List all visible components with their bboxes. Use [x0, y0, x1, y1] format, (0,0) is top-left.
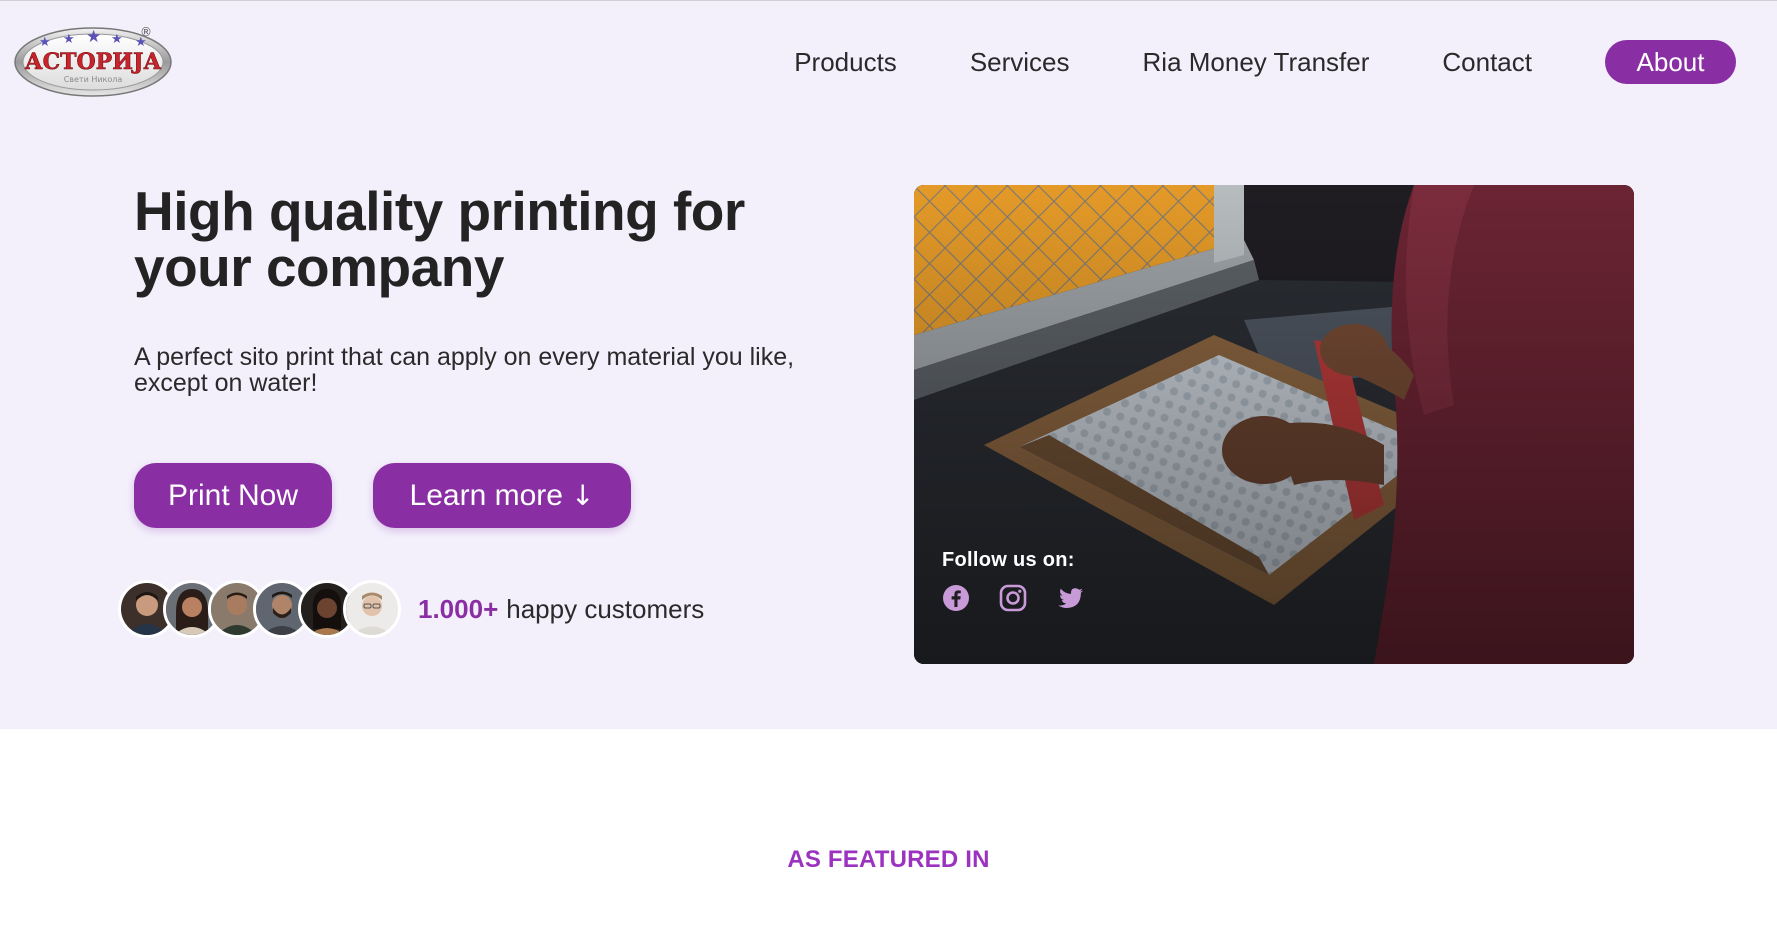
logo-wordmark: АСТОРИЈА — [25, 49, 162, 75]
social-links — [941, 583, 1112, 613]
follow-us-label: Follow us on: — [942, 549, 1075, 571]
featured-heading: AS FEATURED IN — [787, 846, 990, 873]
print-now-button[interactable]: Print Now — [134, 463, 332, 528]
svg-text:Свети Никола: Свети Никола — [64, 75, 123, 84]
facebook-icon[interactable] — [941, 583, 971, 613]
learn-more-button[interactable]: Learn more ↓ — [373, 463, 631, 528]
nav-item-contact[interactable]: Contact — [1442, 47, 1532, 78]
nav-item-services[interactable]: Services — [970, 47, 1070, 78]
nav-item-ria-money-transfer[interactable]: Ria Money Transfer — [1143, 47, 1370, 78]
learn-more-label: Learn more — [409, 478, 563, 512]
nav-item-products[interactable]: Products — [794, 47, 897, 78]
avatar — [343, 580, 401, 638]
main-nav: Products Services Ria Money Transfer Con… — [794, 40, 1736, 84]
svg-text:★: ★ — [86, 27, 101, 47]
svg-text:★: ★ — [39, 35, 51, 50]
nav-about-button[interactable]: About — [1605, 40, 1736, 84]
svg-text:★: ★ — [111, 32, 123, 47]
twitter-icon[interactable] — [1055, 583, 1085, 613]
customer-avatars — [118, 580, 408, 638]
hero-title: High quality printing for your company — [134, 180, 745, 298]
customers-label: happy customers — [506, 594, 705, 624]
print-now-label: Print Now — [167, 478, 299, 512]
brand-logo[interactable]: ★ ★ ★ ★ ★ ® АСТОРИЈА Свети Никола — [13, 22, 176, 98]
customers-count: 1.000+ — [418, 594, 499, 624]
instagram-icon[interactable] — [998, 583, 1028, 613]
svg-text:★: ★ — [63, 32, 75, 47]
hero-subtitle: A perfect sito print that can apply on e… — [134, 343, 795, 397]
svg-text:®: ® — [140, 25, 152, 39]
hero-image: Follow us on: — [914, 185, 1634, 664]
arrow-down-icon: ↓ — [570, 479, 595, 512]
happy-customers: 1.000+ happy customers — [418, 594, 704, 625]
